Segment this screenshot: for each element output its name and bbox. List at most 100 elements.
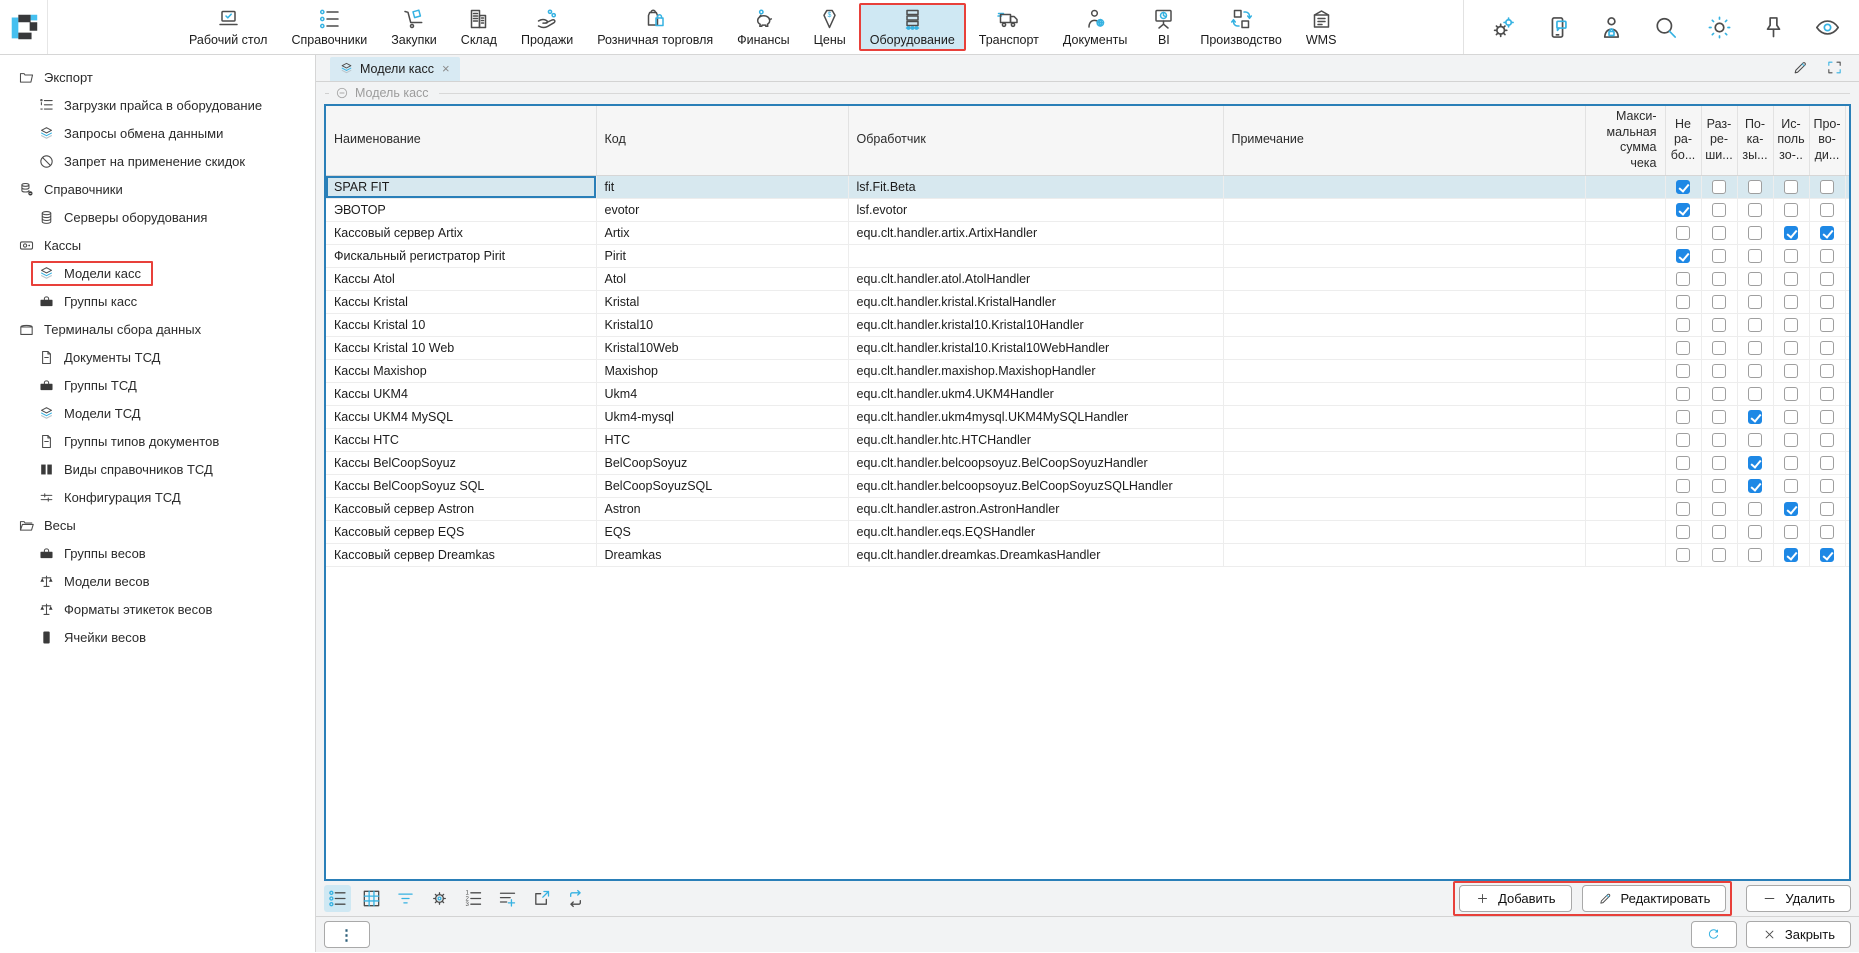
cell-name[interactable]: Кассы UKM4 [326,382,596,405]
checkbox[interactable] [1676,525,1690,539]
checkbox[interactable] [1676,318,1690,332]
cell-flag[interactable] [1809,267,1845,290]
cell-note[interactable] [1223,221,1585,244]
cell-flag[interactable] [1773,543,1809,566]
menu-item-sales[interactable]: Продажи [510,3,584,51]
checkbox[interactable] [1712,364,1726,378]
cell-max-sum[interactable] [1585,336,1665,359]
checkbox[interactable] [1676,456,1690,470]
cell-flag[interactable] [1737,290,1773,313]
cell-flag[interactable] [1773,405,1809,428]
cell-flag[interactable] [1737,382,1773,405]
checkbox[interactable] [1676,341,1690,355]
cell-code[interactable]: Atol [596,267,848,290]
cell-flag[interactable] [1665,336,1701,359]
cell-name[interactable]: Кассовый сервер Astron [326,497,596,520]
checkbox[interactable] [1784,180,1798,194]
checkbox[interactable] [1748,456,1762,470]
checkbox[interactable] [1712,272,1726,286]
checkbox[interactable] [1712,456,1726,470]
menu-item-finance[interactable]: Финансы [726,3,800,51]
column-header[interactable]: Макси- мальная сумма чека [1585,106,1665,175]
cell-flag[interactable] [1773,290,1809,313]
cell-flag[interactable] [1809,520,1845,543]
cell-flag[interactable] [1665,359,1701,382]
table-row[interactable]: SPAR FITfitlsf.Fit.Beta [326,175,1849,198]
cell-code[interactable]: Ukm4 [596,382,848,405]
checkbox[interactable] [1712,295,1726,309]
cell-code[interactable]: Ukm4-mysql [596,405,848,428]
sidebar-item[interactable]: Загрузки прайса в оборудование [0,91,315,119]
cell-code[interactable]: evotor [596,198,848,221]
cell-flag[interactable] [1665,474,1701,497]
cell-name[interactable]: Кассы Kristal 10 [326,313,596,336]
column-header[interactable]: Примечание [1223,106,1585,175]
cell-flag[interactable] [1773,221,1809,244]
column-header[interactable]: Код [596,106,848,175]
cell-handler[interactable]: equ.clt.handler.maxishop.MaxishopHandler [848,359,1223,382]
checkbox[interactable] [1676,249,1690,263]
cell-flag[interactable] [1737,175,1773,198]
cell-code[interactable]: EQS [596,520,848,543]
search-icon[interactable] [1652,14,1679,41]
checkbox[interactable] [1712,548,1726,562]
sidebar-item[interactable]: Документы ТСД [0,343,315,371]
app-logo[interactable] [0,0,48,54]
cell-note[interactable] [1223,313,1585,336]
cell-max-sum[interactable] [1585,175,1665,198]
menu-item-equipment[interactable]: Оборудование [859,3,966,51]
cell-flag[interactable] [1701,198,1737,221]
checkbox[interactable] [1784,387,1798,401]
feedback-device-icon[interactable] [1544,14,1571,41]
table-row[interactable]: Кассы KristalKristalequ.clt.handler.kris… [326,290,1849,313]
cell-flag[interactable] [1665,520,1701,543]
menu-item-wms[interactable]: WMS [1295,3,1348,51]
cell-flag[interactable] [1809,313,1845,336]
table-row[interactable]: Кассовый сервер AstronAstronequ.clt.hand… [326,497,1849,520]
checkbox[interactable] [1676,295,1690,309]
checkbox[interactable] [1748,226,1762,240]
checkbox[interactable] [1676,203,1690,217]
cell-flag[interactable] [1701,543,1737,566]
menu-item-catalog[interactable]: Справочники [280,3,378,51]
cell-note[interactable] [1223,520,1585,543]
sidebar-item[interactable]: Группы касс [0,287,315,315]
checkbox[interactable] [1820,295,1834,309]
cell-note[interactable] [1223,451,1585,474]
cell-handler[interactable]: equ.clt.handler.kristal10.Kristal10WebHa… [848,336,1223,359]
checkbox[interactable] [1820,318,1834,332]
checkbox[interactable] [1676,180,1690,194]
cell-flag[interactable] [1773,474,1809,497]
cell-max-sum[interactable] [1585,451,1665,474]
checkbox[interactable] [1676,433,1690,447]
cell-flag[interactable] [1737,336,1773,359]
cell-max-sum[interactable] [1585,428,1665,451]
checkbox[interactable] [1676,226,1690,240]
cell-max-sum[interactable] [1585,474,1665,497]
cell-flag[interactable] [1665,497,1701,520]
checkbox[interactable] [1784,272,1798,286]
checkbox[interactable] [1784,364,1798,378]
cell-handler[interactable]: equ.clt.handler.eqs.EQSHandler [848,520,1223,543]
cell-code[interactable]: Kristal10Web [596,336,848,359]
pin-icon[interactable] [1760,14,1787,41]
cell-max-sum[interactable] [1585,244,1665,267]
checkbox[interactable] [1820,525,1834,539]
collapse-icon[interactable] [335,86,349,100]
cell-flag[interactable] [1701,336,1737,359]
sidebar-item[interactable]: Форматы этикеток весов [0,595,315,623]
checkbox[interactable] [1820,502,1834,516]
cell-flag[interactable] [1773,520,1809,543]
settings-gears-icon[interactable] [1490,14,1517,41]
checkbox[interactable] [1784,548,1798,562]
sidebar-item[interactable]: Экспорт [0,63,315,91]
cell-flag[interactable] [1701,244,1737,267]
cell-max-sum[interactable] [1585,313,1665,336]
sidebar-item[interactable]: Серверы оборудования [0,203,315,231]
cell-flag[interactable] [1809,336,1845,359]
cell-handler[interactable]: equ.clt.handler.astron.AstronHandler [848,497,1223,520]
checkbox[interactable] [1748,525,1762,539]
sidebar-item[interactable]: Кассы [0,231,315,259]
numbered-list-icon[interactable]: 123 [460,885,487,912]
list-view-icon[interactable] [324,885,351,912]
